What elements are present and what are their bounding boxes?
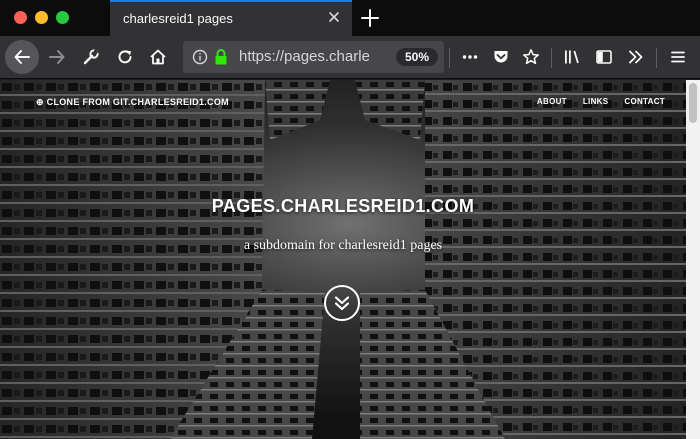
new-tab-icon[interactable] (360, 8, 380, 28)
back-button[interactable] (5, 40, 39, 74)
toolbar-divider (449, 48, 450, 68)
page-viewport: ⊕ CLONE FROM GIT.CHARLESREID1.COM ABOUT … (0, 80, 700, 439)
forward-arrow-icon (49, 50, 65, 64)
hero-subtitle: a subdomain for charlesreid1 pages (243, 238, 443, 253)
navigation-toolbar: https://pages.charlesreid1.com 50% (0, 36, 700, 79)
library-button[interactable] (558, 43, 586, 71)
sidebar-button[interactable] (590, 43, 618, 71)
close-icon[interactable] (326, 9, 342, 25)
library-icon (565, 50, 579, 64)
pocket-button[interactable] (487, 43, 515, 71)
tab-title: charlesreid1 pages (123, 11, 233, 26)
scrollbar-thumb[interactable] (689, 83, 697, 123)
menu-icon (671, 51, 685, 63)
url-text[interactable]: https://pages.charlesreid1.com (239, 48, 369, 65)
forward-button[interactable] (43, 43, 71, 71)
more-icon (462, 55, 478, 59)
developer-tools-button[interactable] (77, 43, 105, 71)
bookmark-button[interactable] (517, 43, 545, 71)
hero-title: PAGES.CHARLESREID1.COM (211, 196, 475, 216)
lock-icon[interactable] (214, 48, 228, 66)
tab-strip: charlesreid1 pages (0, 0, 700, 36)
page-scrollbar[interactable] (686, 80, 700, 439)
scroll-down-button[interactable] (324, 285, 360, 321)
reload-button[interactable] (111, 43, 139, 71)
overflow-menu-button[interactable] (622, 43, 650, 71)
pocket-icon (494, 51, 508, 63)
toolbar-divider (656, 48, 657, 68)
page-actions-button[interactable] (456, 43, 484, 71)
double-chevron-down-icon (334, 296, 350, 311)
nav-link-about[interactable]: ABOUT (537, 97, 567, 106)
sidebar-icon (596, 50, 612, 64)
back-arrow-icon (14, 50, 30, 64)
zoom-level-badge[interactable]: 50% (396, 48, 438, 66)
nav-link-links[interactable]: LINKS (583, 97, 609, 106)
hero-background-image (0, 80, 700, 439)
tab-active[interactable]: charlesreid1 pages (110, 0, 352, 36)
main-menu-button[interactable] (664, 43, 692, 71)
site-navbar: ⊕ CLONE FROM GIT.CHARLESREID1.COM ABOUT … (0, 92, 686, 114)
home-button[interactable] (144, 43, 172, 71)
wrench-icon (83, 49, 99, 65)
window-maximize-button[interactable] (56, 11, 69, 24)
toolbar-divider (551, 48, 552, 68)
window-minimize-button[interactable] (35, 11, 48, 24)
nav-link-contact[interactable]: CONTACT (624, 97, 665, 106)
site-brand-link[interactable]: ⊕ CLONE FROM GIT.CHARLESREID1.COM (36, 97, 229, 108)
star-icon (523, 49, 539, 65)
site-nav-links: ABOUT LINKS CONTACT (537, 97, 665, 106)
reload-icon (118, 50, 132, 64)
tab-accent-line (110, 0, 352, 2)
overflow-chevron-icon (629, 50, 643, 64)
url-bar[interactable]: https://pages.charlesreid1.com 50% (183, 41, 444, 73)
info-icon[interactable] (192, 49, 208, 65)
window-close-button[interactable] (14, 11, 27, 24)
home-icon (150, 49, 166, 65)
